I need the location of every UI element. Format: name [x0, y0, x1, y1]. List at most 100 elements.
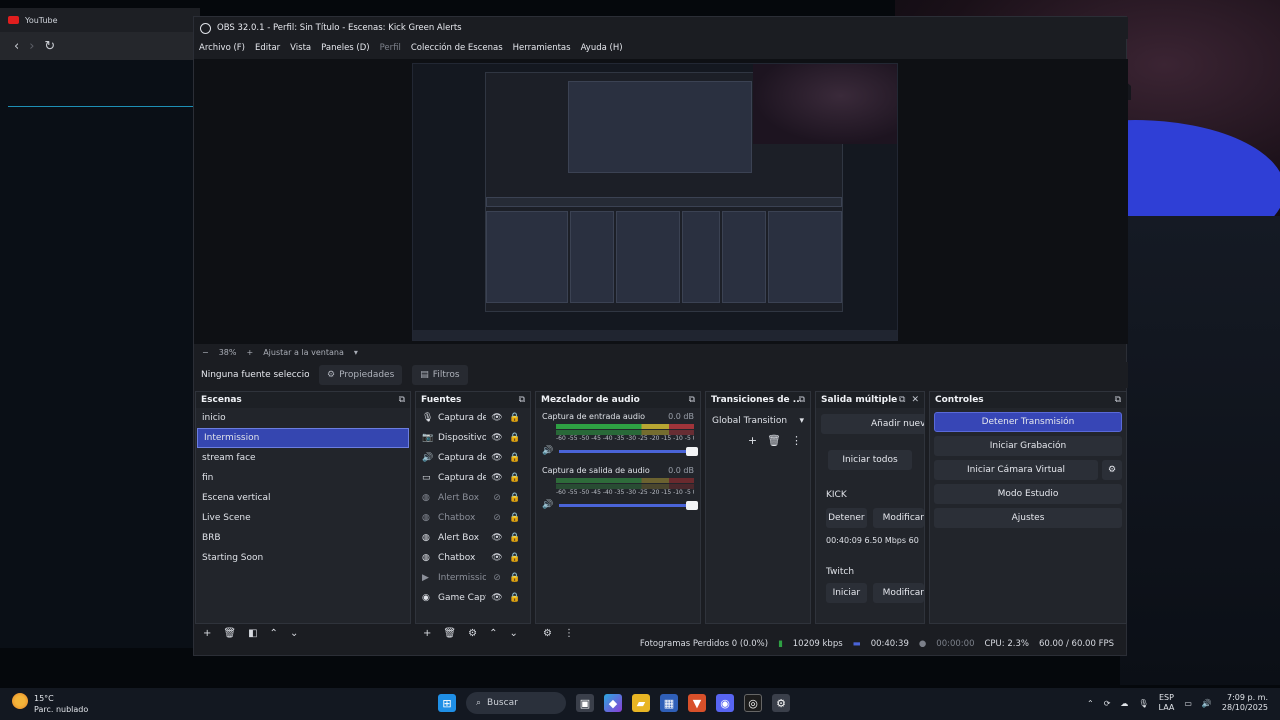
menu-perfil[interactable]: Perfil	[380, 43, 401, 53]
kick-stop-button[interactable]: Detener	[826, 508, 867, 528]
eye-icon[interactable]: 👁	[490, 413, 504, 423]
add-target-button[interactable]: Añadir nuevo destino	[821, 414, 924, 434]
eye-icon[interactable]: 👁	[490, 453, 504, 463]
source-item[interactable]: ◍ Alert Box ⊘ 🔒	[416, 488, 530, 508]
folder-icon[interactable]: ▰	[632, 694, 650, 712]
taskbar-search[interactable]: ⌕ Buscar	[466, 692, 566, 714]
menu-coleccion[interactable]: Colección de Escenas	[411, 43, 503, 53]
eye-icon[interactable]: 👁	[490, 593, 504, 603]
lock-icon[interactable]: 🔒	[508, 533, 522, 543]
browser-tab[interactable]: YouTube	[0, 8, 200, 32]
slider-handle[interactable]	[686, 500, 698, 510]
source-item[interactable]: 📷 Dispositivo de captura 👁 🔒	[416, 428, 530, 448]
lock-icon[interactable]: 🔒	[508, 573, 522, 583]
mic-icon[interactable]: 🎙	[1138, 699, 1148, 708]
start-all-button[interactable]: Iniciar todos	[828, 450, 912, 470]
weather-widget[interactable]: 15°C Parc. nublado	[12, 693, 88, 715]
properties-button[interactable]: ⚙ Propiedades	[319, 365, 403, 385]
scene-item[interactable]: BRB	[196, 528, 410, 548]
preview-area[interactable]	[194, 59, 1128, 344]
menu-herramientas[interactable]: Herramientas	[513, 43, 571, 53]
volume-icon[interactable]: 🔊	[1202, 699, 1212, 708]
menu-editar[interactable]: Editar	[255, 43, 280, 53]
twitch-modify-button[interactable]: Modificar	[872, 583, 924, 603]
chevron-down-icon[interactable]: ▾	[354, 348, 358, 357]
zoom-out-button[interactable]: −	[202, 348, 209, 357]
speaker-icon[interactable]: 🔊	[542, 446, 553, 456]
brave-icon[interactable]: ▼	[688, 694, 706, 712]
lock-icon[interactable]: 🔒	[508, 513, 522, 523]
scene-item[interactable]: Intermission	[197, 428, 409, 448]
forward-icon[interactable]: ›	[29, 39, 34, 54]
virtual-cam-button[interactable]: Iniciar Cámara Virtual	[934, 460, 1098, 480]
twitch-start-button[interactable]: Iniciar	[826, 583, 867, 603]
eye-icon[interactable]: 👁	[490, 533, 504, 543]
kick-modify-button[interactable]: Modificar	[872, 508, 924, 528]
store-icon[interactable]: ▦	[660, 694, 678, 712]
start-record-button[interactable]: Iniciar Grabación	[934, 436, 1122, 456]
undock-icon[interactable]: ⧉	[399, 395, 405, 405]
obs-taskbar-icon[interactable]: ◎	[744, 694, 762, 712]
chevron-up-icon[interactable]: ⌃	[1087, 699, 1094, 708]
cloud-icon[interactable]: ☁	[1120, 699, 1128, 708]
scene-item[interactable]: stream face	[196, 448, 410, 468]
copilot-icon[interactable]: ◆	[604, 694, 622, 712]
scene-item[interactable]: Escena vertical	[196, 488, 410, 508]
menu-archivo[interactable]: Archivo (F)	[199, 43, 245, 53]
undock-icon[interactable]: ⧉	[899, 395, 905, 405]
windows-start-icon[interactable]: ⊞	[438, 694, 456, 712]
reload-icon[interactable]: ↻	[44, 39, 55, 54]
trash-icon[interactable]: 🗑	[767, 434, 781, 447]
source-item[interactable]: ◉ Game Capture 👁 🔒	[416, 588, 530, 608]
eye-icon[interactable]: 👁	[490, 473, 504, 483]
lock-icon[interactable]: 🔒	[508, 493, 522, 503]
eye-icon[interactable]: 👁	[490, 553, 504, 563]
slider-handle[interactable]	[686, 446, 698, 456]
source-item[interactable]: ▶ Intermission ⊘ 🔒	[416, 568, 530, 588]
eye-off-icon[interactable]: ⊘	[490, 513, 504, 523]
source-item[interactable]: ◍ Chatbox 👁 🔒	[416, 548, 530, 568]
lock-icon[interactable]: 🔒	[508, 473, 522, 483]
scene-item[interactable]: Starting Soon	[196, 548, 410, 568]
undock-icon[interactable]: ⧉	[689, 395, 695, 405]
speaker-icon[interactable]: 🔊	[542, 500, 553, 510]
close-icon[interactable]: ✕	[911, 395, 919, 405]
add-icon[interactable]: +	[748, 434, 757, 447]
scene-item[interactable]: Live Scene	[196, 508, 410, 528]
task-view-icon[interactable]: ▣	[576, 694, 594, 712]
menu-paneles[interactable]: Paneles (D)	[321, 43, 369, 53]
source-item[interactable]: ▭ Captura de pantalla 👁 🔒	[416, 468, 530, 488]
volume-slider[interactable]	[559, 500, 698, 510]
scene-item[interactable]: fin	[196, 468, 410, 488]
source-item[interactable]: 🔊 Captura de salida de audio 👁 🔒	[416, 448, 530, 468]
stop-stream-button[interactable]: Detener Transmisión	[934, 412, 1122, 432]
scene-item[interactable]: inicio	[196, 408, 410, 428]
virtual-cam-settings-button[interactable]: ⚙	[1102, 460, 1122, 480]
zoom-in-button[interactable]: +	[246, 348, 253, 357]
undock-icon[interactable]: ⧉	[519, 395, 525, 405]
lock-icon[interactable]: 🔒	[508, 453, 522, 463]
menu-dots-icon[interactable]: ⋮	[791, 434, 802, 447]
lock-icon[interactable]: 🔒	[508, 413, 522, 423]
studio-mode-button[interactable]: Modo Estudio	[934, 484, 1122, 504]
eye-icon[interactable]: 👁	[490, 433, 504, 443]
transition-select[interactable]: Global Transition ▾	[712, 412, 804, 430]
lock-icon[interactable]: 🔒	[508, 553, 522, 563]
language-indicator[interactable]: ESP LAA	[1159, 693, 1175, 713]
lock-icon[interactable]: 🔒	[508, 433, 522, 443]
settings-button[interactable]: Ajustes	[934, 508, 1122, 528]
undock-icon[interactable]: ⧉	[1115, 395, 1121, 405]
fit-window-button[interactable]: Ajustar a la ventana	[263, 348, 344, 357]
menu-vista[interactable]: Vista	[290, 43, 311, 53]
undock-icon[interactable]: ⧉	[799, 395, 805, 405]
source-item[interactable]: ◍ Alert Box 👁 🔒	[416, 528, 530, 548]
discord-icon[interactable]: ◉	[716, 694, 734, 712]
eye-off-icon[interactable]: ⊘	[490, 493, 504, 503]
filters-button[interactable]: ▤ Filtros	[412, 365, 468, 385]
eye-off-icon[interactable]: ⊘	[490, 573, 504, 583]
volume-slider[interactable]	[559, 446, 698, 456]
source-item[interactable]: 🎙 Captura de entrada de audio 👁 🔒	[416, 408, 530, 428]
settings-app-icon[interactable]: ⚙	[772, 694, 790, 712]
lock-icon[interactable]: 🔒	[508, 593, 522, 603]
source-item[interactable]: ◍ Chatbox ⊘ 🔒	[416, 508, 530, 528]
